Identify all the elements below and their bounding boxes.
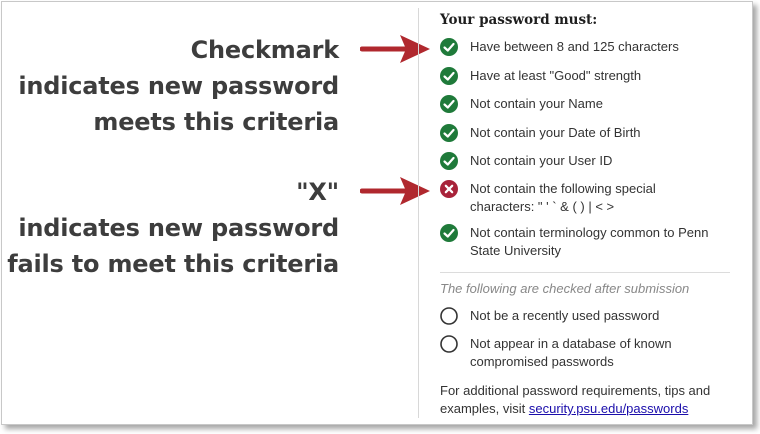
requirement-label: Not contain terminology common to Penn S… xyxy=(470,225,709,258)
requirement-item: Have between 8 and 125 characters xyxy=(440,38,740,56)
footer-note: For additional password requirements, ti… xyxy=(440,382,740,418)
annotation-line: "X" xyxy=(296,178,339,206)
checkmark-icon xyxy=(440,95,458,113)
password-requirements-panel: Your password must: Have between 8 and 1… xyxy=(440,10,740,418)
requirement-label: Not contain the following special charac… xyxy=(470,181,656,214)
x-mark-icon xyxy=(440,180,458,198)
arrow-icon xyxy=(360,35,430,63)
requirement-label: Have at least "Good" strength xyxy=(470,68,642,83)
x-annotation: "X" indicates new password fails to meet… xyxy=(7,174,339,282)
requirement-item: Not contain the following special charac… xyxy=(440,180,740,216)
checkmark-annotation: Checkmark indicates new password meets t… xyxy=(18,32,339,140)
checkmark-icon xyxy=(440,67,458,85)
empty-circle-icon xyxy=(440,307,458,325)
requirement-item: Not contain your User ID xyxy=(440,152,740,170)
empty-circle-icon xyxy=(440,335,458,353)
checkmark-icon xyxy=(440,124,458,142)
requirement-label: Not contain your Name xyxy=(470,96,603,111)
after-submission-title: The following are checked after submissi… xyxy=(440,281,690,296)
annotation-line: fails to meet this criteria xyxy=(7,250,339,278)
security-link[interactable]: security.psu.edu/passwords xyxy=(529,401,688,416)
requirement-item: Not be a recently used password xyxy=(440,307,740,325)
requirement-item: Not contain your Name xyxy=(440,95,740,113)
screenshot-frame: Checkmark indicates new password meets t… xyxy=(1,1,753,425)
requirement-label: Have between 8 and 125 characters xyxy=(470,39,679,54)
annotation-line: indicates new password xyxy=(18,214,339,242)
requirement-label: Not be a recently used password xyxy=(470,308,660,323)
requirement-label: Not contain your Date of Birth xyxy=(470,125,641,140)
annotation-line: indicates new password xyxy=(18,72,339,100)
requirement-item: Not contain your Date of Birth xyxy=(440,124,740,142)
requirement-item: Not appear in a database of known compro… xyxy=(440,335,740,371)
checkmark-icon xyxy=(440,38,458,56)
checkmark-icon xyxy=(440,152,458,170)
panel-title: Your password must: xyxy=(440,12,598,28)
requirement-label: Not appear in a database of known compro… xyxy=(470,336,672,369)
requirement-item: Not contain terminology common to Penn S… xyxy=(440,224,740,260)
arrow-icon xyxy=(360,177,430,205)
requirement-item: Have at least "Good" strength xyxy=(440,67,740,85)
requirement-label: Not contain your User ID xyxy=(470,153,613,168)
panel-divider xyxy=(418,8,419,418)
annotation-line: Checkmark xyxy=(190,36,340,64)
checkmark-icon xyxy=(440,224,458,242)
annotation-line: meets this criteria xyxy=(93,108,339,136)
